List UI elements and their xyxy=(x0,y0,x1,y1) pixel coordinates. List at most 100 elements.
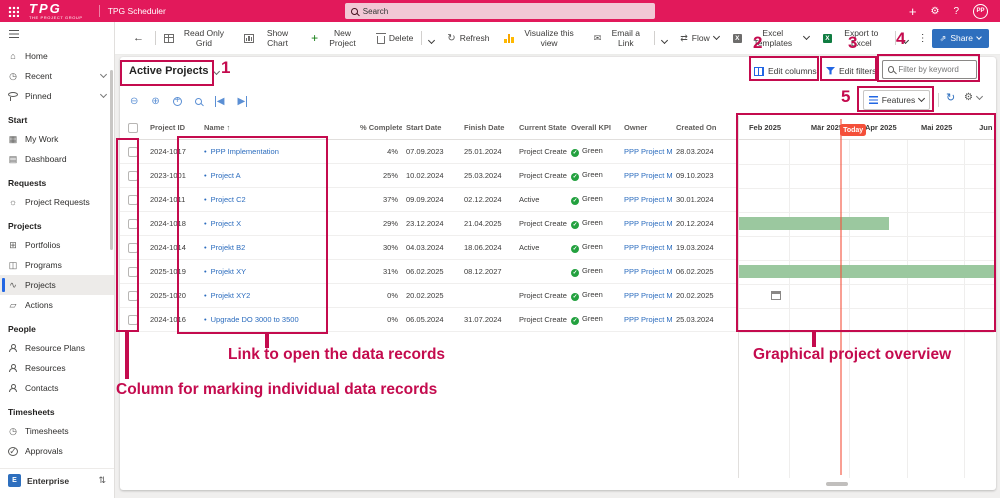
zoom-out-icon[interactable]: ⊖ xyxy=(130,96,138,107)
sidebar-item-contacts[interactable]: Contacts xyxy=(0,378,114,398)
sidebar-item-dashboard[interactable]: ▤Dashboard xyxy=(0,149,114,169)
edit-filters-button[interactable]: Edit filters xyxy=(826,62,876,80)
calendar-milestone-icon[interactable] xyxy=(771,291,781,300)
gantt-month-gridline xyxy=(789,140,790,478)
column-header-start-date[interactable]: Start Date xyxy=(402,123,460,132)
row-checkbox[interactable] xyxy=(128,147,138,157)
record-link[interactable]: Projekt B2 xyxy=(211,243,246,252)
quick-create-icon[interactable]: + xyxy=(909,5,917,18)
owner-link[interactable]: PPP Project Ma xyxy=(624,243,672,252)
sidebar-item-projects[interactable]: ∿Projects xyxy=(0,275,114,295)
keyword-filter-input[interactable] xyxy=(898,65,971,74)
column-header-name[interactable]: Name ↑ xyxy=(200,123,356,132)
settings-gear-icon[interactable]: ⚙ xyxy=(930,6,939,17)
view-selector[interactable]: Active Projects xyxy=(129,65,219,77)
column-header-project-id[interactable]: Project ID xyxy=(146,123,200,132)
gantt-month-label: Apr 2025 xyxy=(865,123,897,132)
record-link[interactable]: Projekt XY xyxy=(211,267,246,276)
record-link[interactable]: Projekt XY2 xyxy=(211,291,251,300)
email-a-link-button[interactable]: ✉Email a Link xyxy=(587,22,654,54)
owner-link[interactable]: PPP Project Ma xyxy=(624,147,672,156)
owner-link[interactable]: PPP Project Ma xyxy=(624,219,672,228)
sidebar-item-programs[interactable]: ◫Programs xyxy=(0,255,114,275)
grid-settings-gear[interactable]: ⚙ xyxy=(964,92,982,103)
gantt-row-line xyxy=(739,188,994,189)
help-icon[interactable]: ? xyxy=(953,6,959,17)
row-checkbox[interactable] xyxy=(128,171,138,181)
owner-link[interactable]: PPP Project Ma xyxy=(624,171,672,180)
export-to-excel-dropdown-button[interactable] xyxy=(897,31,914,46)
global-search[interactable] xyxy=(345,3,655,19)
sidebar-item-resources[interactable]: Resources xyxy=(0,358,114,378)
record-link[interactable]: Upgrade DO 3000 to 3500 xyxy=(211,315,299,324)
back-button[interactable]: ← xyxy=(123,32,154,44)
column-header-created-on[interactable]: Created On xyxy=(672,123,732,132)
keyword-filter[interactable] xyxy=(882,60,977,79)
owner-link[interactable]: PPP Project Ma xyxy=(624,315,672,324)
sidebar-item-resource-plans[interactable]: Resource Plans xyxy=(0,338,114,358)
gantt-bar-project-x[interactable] xyxy=(739,217,889,230)
column-header--complete[interactable]: % Complete xyxy=(356,123,402,132)
record-link[interactable]: Project X xyxy=(211,219,241,228)
sidebar-item-actions[interactable]: ▱Actions xyxy=(0,295,114,315)
view-title: Active Projects xyxy=(129,65,208,77)
sidebar-item-home[interactable]: ⌂Home xyxy=(0,46,114,66)
row-checkbox[interactable] xyxy=(128,219,138,229)
row-checkbox[interactable] xyxy=(128,243,138,253)
row-checkbox[interactable] xyxy=(128,267,138,277)
hamburger-menu-icon[interactable] xyxy=(9,30,19,38)
features-dropdown[interactable]: Features xyxy=(863,90,930,110)
show-chart-button[interactable]: Show Chart xyxy=(237,22,304,54)
new-project-button[interactable]: +New Project xyxy=(304,22,370,54)
column-header-finish-date[interactable]: Finish Date xyxy=(460,123,515,132)
waffle-icon[interactable] xyxy=(8,6,19,17)
skip-end-icon[interactable]: ▶ xyxy=(237,96,247,107)
sidebar-item-pinned[interactable]: Pinned xyxy=(0,86,114,106)
export-to-excel-button[interactable]: XExport to Excel xyxy=(816,22,894,54)
sidebar-scrollbar[interactable] xyxy=(110,70,113,250)
owner-link[interactable]: PPP Project Ma xyxy=(624,195,672,204)
delete-dropdown-button[interactable] xyxy=(423,31,440,46)
read-only-grid-button[interactable]: Read Only Grid xyxy=(157,22,237,54)
sidebar-item-timesheets[interactable]: ◷Timesheets xyxy=(0,421,114,441)
cell-created-on: 19.03.2024 xyxy=(672,243,732,252)
column-header-overall-kpi[interactable]: Overall KPI xyxy=(567,123,620,132)
zoom-in-icon[interactable]: ⊕ xyxy=(151,96,159,107)
edit-columns-button[interactable]: Edit columns xyxy=(754,62,817,80)
table-row: 2024-1014•Projekt B230%04.03.202418.06.2… xyxy=(120,236,738,260)
sidebar-item-my-work[interactable]: ▦My Work xyxy=(0,129,114,149)
global-search-input[interactable] xyxy=(363,7,649,16)
environment-switcher[interactable]: E Enterprise ⇅ xyxy=(0,468,114,492)
email-a-link-dropdown-button[interactable] xyxy=(656,31,673,46)
record-link[interactable]: PPP Implementation xyxy=(211,147,279,156)
record-link[interactable]: Project C2 xyxy=(211,195,246,204)
search-icon[interactable] xyxy=(195,98,202,105)
visualize-this-view-button[interactable]: Visualize this view xyxy=(496,22,586,54)
delete-button[interactable]: Delete xyxy=(370,22,421,54)
row-checkbox[interactable] xyxy=(128,315,138,325)
share-button[interactable]: ⇗ Share xyxy=(932,29,989,48)
more-commands-icon[interactable]: ⋮ xyxy=(914,33,932,44)
refresh-button[interactable]: ↻Refresh xyxy=(440,22,496,54)
owner-link[interactable]: PPP Project Ma xyxy=(624,291,672,300)
refresh-grid-icon[interactable]: ↻ xyxy=(946,91,955,104)
gantt-horizontal-scrollbar[interactable] xyxy=(826,482,848,486)
sidebar-item-project-requests[interactable]: ☼Project Requests xyxy=(0,192,114,212)
sidebar-item-portfolios[interactable]: ⊞Portfolios xyxy=(0,235,114,255)
sidebar-item-recent[interactable]: ◷Recent xyxy=(0,66,114,86)
fit-icon[interactable]: + xyxy=(173,97,182,106)
owner-link[interactable]: PPP Project Ma xyxy=(624,267,672,276)
excel-templates-button[interactable]: XExcel Templates xyxy=(726,22,816,54)
column-header-current-state[interactable]: Current State xyxy=(515,123,567,132)
row-checkbox[interactable] xyxy=(128,195,138,205)
column-header-owner[interactable]: Owner xyxy=(620,123,672,132)
select-all-checkbox[interactable] xyxy=(128,123,138,133)
flow-button[interactable]: ⇄Flow xyxy=(673,22,726,54)
skip-start-icon[interactable]: ◀ xyxy=(215,96,225,107)
sidebar-item-approvals[interactable]: ✓Approvals xyxy=(0,441,114,461)
gantt-bar-projekt-xy[interactable] xyxy=(739,265,994,278)
avatar[interactable]: PP xyxy=(973,4,988,19)
row-checkbox[interactable] xyxy=(128,291,138,301)
record-link[interactable]: Project A xyxy=(211,171,241,180)
gantt-month-label: Mai 2025 xyxy=(921,123,952,132)
